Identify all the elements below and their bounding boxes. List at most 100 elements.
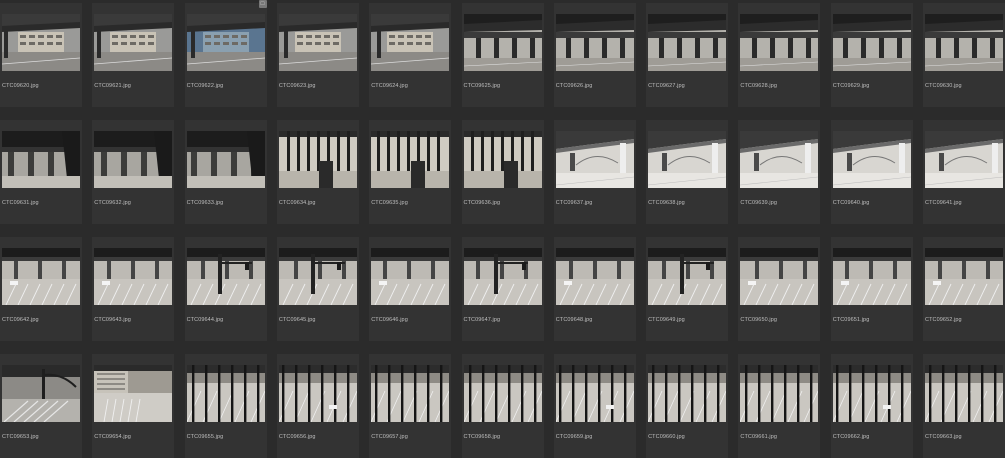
thumbnail-filename: CTC09649.jpg [648,317,685,323]
thumbnail-filename: CTC09634.jpg [278,200,316,206]
thumbnail-cell[interactable]: CTC09659.jpg [553,354,636,458]
thumbnail-image[interactable] [925,131,1003,188]
thumbnail-image[interactable] [371,14,450,71]
thumbnail-cell[interactable]: CTC09631.jpg [0,120,82,224]
thumbnail-cell[interactable]: CTC09626.jpg [553,3,636,107]
thumbnail-cell[interactable]: CTC09625.jpg [461,3,544,107]
thumbnail-image[interactable] [278,14,357,71]
thumbnail-cell[interactable]: CTC09647.jpg [461,237,544,341]
thumbnail-filename: CTC09639.jpg [740,200,778,206]
thumbnail-image[interactable] [2,365,80,422]
thumbnail-cell[interactable]: CTC09624.jpg [369,3,452,107]
thumbnail-image[interactable] [186,365,265,422]
thumbnail-cell[interactable]: CTC09661.jpg [738,354,821,458]
thumbnail-image[interactable] [648,365,727,422]
thumbnail-filename: CTC09650.jpg [740,317,778,323]
thumbnail-cell[interactable]: CTC09639.jpg [738,120,821,224]
thumbnail-cell[interactable]: CTC09653.jpg [0,354,82,458]
thumbnail-cell[interactable]: CTC09657.jpg [369,354,452,458]
thumbnail-image[interactable] [278,131,357,188]
thumbnail-cell[interactable]: CTC09643.jpg [92,237,175,341]
thumbnail-image[interactable] [925,14,1003,71]
thumbnail-cell[interactable]: CTC09623.jpg [276,3,359,107]
thumbnail-cell[interactable]: CTC09644.jpg [184,237,267,341]
thumbnail-image[interactable] [2,131,80,188]
thumbnail-image[interactable] [832,131,911,188]
thumbnail-cell[interactable]: CTC09646.jpg [369,237,452,341]
thumbnail-image[interactable] [371,131,450,188]
thumbnail-filename: CTC09626.jpg [555,83,593,89]
thumbnail-image[interactable] [94,365,173,422]
thumbnail-cell[interactable]: CTC09621.jpg [92,3,175,107]
thumbnail-cell[interactable]: CTC09656.jpg [276,354,359,458]
thumbnail-cell[interactable]: CTC09651.jpg [830,237,913,341]
thumbnail-image[interactable] [371,365,450,422]
thumbnail-cell[interactable]: CTC09652.jpg [923,237,1005,341]
thumbnail-cell[interactable]: CTC09662.jpg [830,354,913,458]
thumbnail-cell[interactable]: CTC09636.jpg [461,120,544,224]
thumbnail-cell[interactable]: CTC09641.jpg [923,120,1005,224]
thumbnail-image[interactable] [94,14,173,71]
thumbnail-cell[interactable]: CTC09634.jpg [276,120,359,224]
thumbnail-cell[interactable]: CTC09663.jpg [923,354,1005,458]
selection-badge-icon[interactable]: □ [258,0,267,8]
thumbnail-filename: CTC09654.jpg [94,434,131,440]
thumbnail-image[interactable] [463,248,542,305]
thumbnail-cell[interactable]: CTC09622.jpg □ [184,0,267,107]
thumbnail-image[interactable] [740,14,819,71]
thumbnail-image[interactable] [94,248,173,305]
thumbnail-filename: CTC09636.jpg [463,200,501,206]
thumbnail-filename: CTC09633.jpg [186,200,224,206]
thumbnail-cell[interactable]: CTC09640.jpg [830,120,913,224]
thumbnail-image[interactable] [832,248,911,305]
thumbnail-cell[interactable]: CTC09648.jpg [553,237,636,341]
thumbnail-image[interactable] [186,14,265,71]
thumbnail-image[interactable] [555,14,634,71]
thumbnail-image[interactable] [832,365,911,422]
thumbnail-cell[interactable]: CTC09633.jpg [184,120,267,224]
thumbnail-cell[interactable]: CTC09620.jpg [0,3,82,107]
thumbnail-image[interactable] [94,131,173,188]
thumbnail-image[interactable] [648,131,727,188]
thumbnail-image[interactable] [186,131,265,188]
thumbnail-image[interactable] [463,365,542,422]
thumbnail-cell[interactable]: CTC09654.jpg [92,354,175,458]
thumbnail-cell[interactable]: CTC09637.jpg [553,120,636,224]
thumbnail-image[interactable] [186,248,265,305]
thumbnail-cell[interactable]: CTC09655.jpg [184,354,267,458]
thumbnail-image[interactable] [463,14,542,71]
thumbnail-image[interactable] [740,131,819,188]
thumbnail-cell[interactable]: CTC09645.jpg [276,237,359,341]
thumbnail-filename: CTC09663.jpg [925,434,962,440]
thumbnail-image[interactable] [925,248,1003,305]
thumbnail-cell[interactable]: CTC09632.jpg [92,120,175,224]
thumbnail-image[interactable] [555,248,634,305]
thumbnail-cell[interactable]: CTC09660.jpg [646,354,729,458]
thumbnail-image[interactable] [740,365,819,422]
thumbnail-cell[interactable]: CTC09658.jpg [461,354,544,458]
thumbnail-cell[interactable]: CTC09650.jpg [738,237,821,341]
thumbnail-image[interactable] [555,365,634,422]
thumbnail-filename: CTC09642.jpg [2,317,39,323]
thumbnail-cell[interactable]: CTC09638.jpg [646,120,729,224]
thumbnail-image[interactable] [648,248,727,305]
thumbnail-cell[interactable]: CTC09628.jpg [738,3,821,107]
thumbnail-cell[interactable]: CTC09642.jpg [0,237,82,341]
thumbnail-image[interactable] [278,248,357,305]
thumbnail-image[interactable] [371,248,450,305]
thumbnail-image[interactable] [648,14,727,71]
thumbnail-image[interactable] [925,365,1003,422]
thumbnail-cell[interactable]: CTC09649.jpg [646,237,729,341]
thumbnail-cell[interactable]: CTC09627.jpg [646,3,729,107]
thumbnail-filename: CTC09628.jpg [740,83,778,89]
thumbnail-cell[interactable]: CTC09629.jpg [830,3,913,107]
thumbnail-image[interactable] [2,14,80,71]
thumbnail-cell[interactable]: CTC09635.jpg [369,120,452,224]
thumbnail-image[interactable] [832,14,911,71]
thumbnail-cell[interactable]: CTC09630.jpg [923,3,1005,107]
thumbnail-image[interactable] [278,365,357,422]
thumbnail-image[interactable] [463,131,542,188]
thumbnail-image[interactable] [2,248,80,305]
thumbnail-image[interactable] [555,131,634,188]
thumbnail-image[interactable] [740,248,819,305]
